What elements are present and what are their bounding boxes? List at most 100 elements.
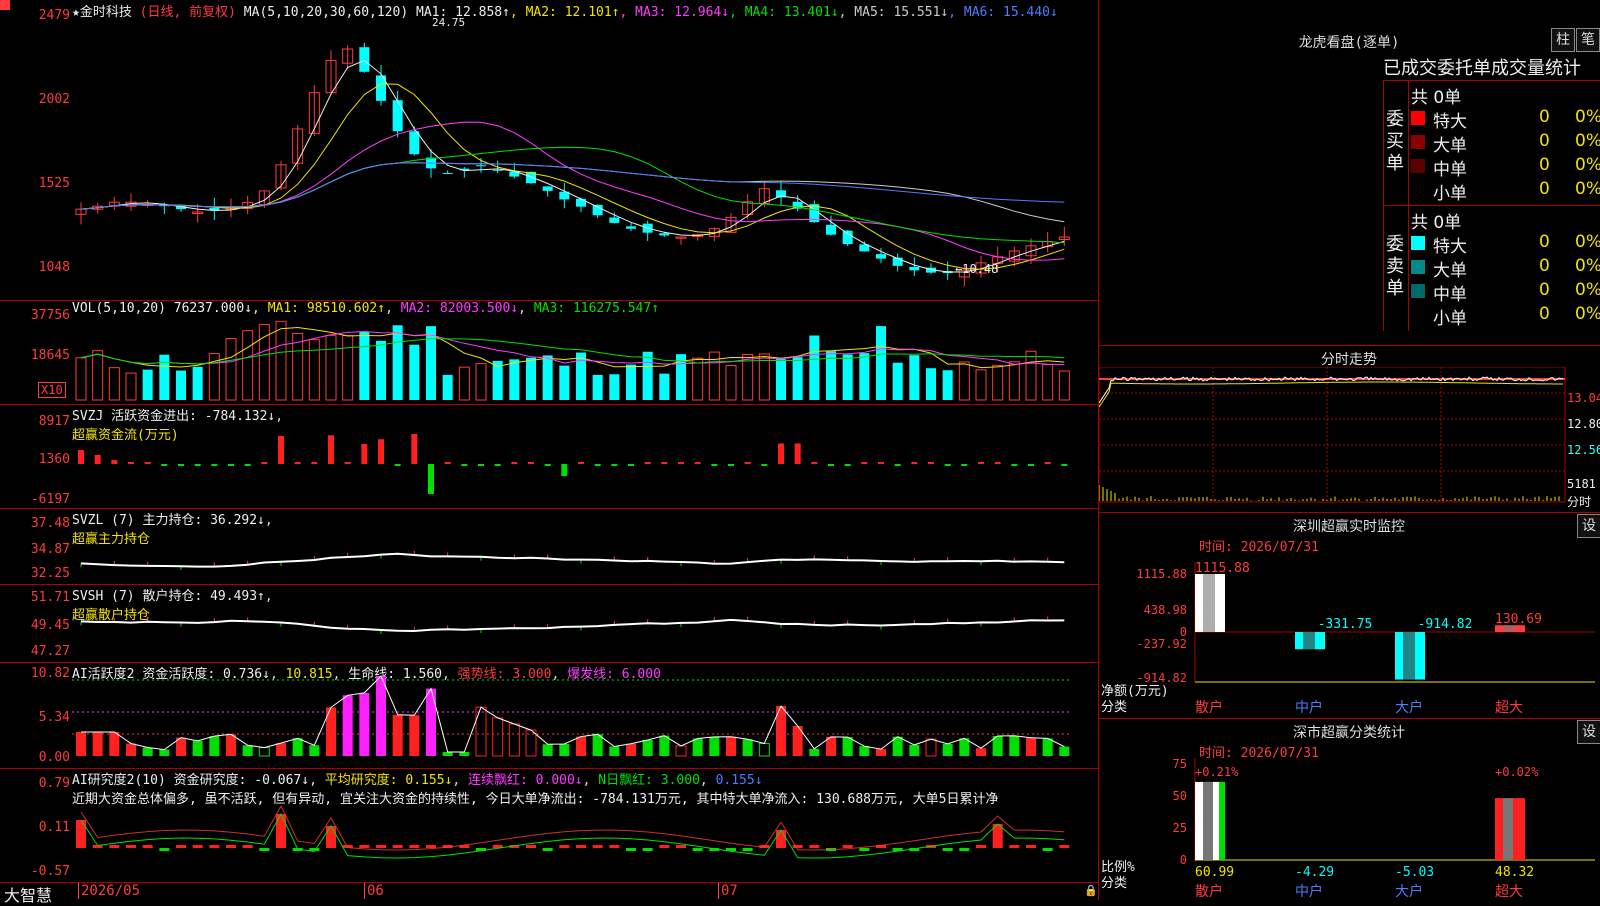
activity-bar	[309, 745, 320, 756]
svzj-label: 活跃资金进出: -784.132↓	[111, 409, 276, 424]
volume-bar	[125, 372, 137, 401]
sz-monitor-axis-label: -237.92	[1136, 637, 1187, 651]
buy-total: 共 0单	[1411, 88, 1462, 108]
lhb-row-name: 大单	[1433, 261, 1467, 281]
volume-bar	[809, 335, 820, 400]
fund-flow-bar	[228, 464, 234, 466]
fund-flow-bar	[244, 464, 251, 466]
tick-mode-button[interactable]: 笔	[1576, 28, 1600, 52]
lhb-row-name: 小单	[1433, 184, 1467, 204]
research-bar	[209, 845, 220, 848]
ai-active-panel[interactable]: 10.82 5.34 0.00 AI活跃度2 资金活跃度: 0.736↓, 10…	[0, 662, 1099, 769]
volume-bar	[892, 362, 903, 400]
volume-bar	[842, 354, 853, 400]
ai-research-axis-label: 0.79	[38, 776, 70, 791]
activity-bar	[409, 715, 420, 756]
ai-research-panel[interactable]: 0.79 0.11 -0.57 AI研究度2(10) 资金研究度: -0.067…	[0, 768, 1099, 883]
lhb-row-pct: 0%	[1575, 131, 1600, 151]
fund-flow-bar	[111, 460, 118, 464]
sz-class-axis-label: 25	[1173, 821, 1187, 835]
ai-research-axis-label: 0.11	[38, 820, 70, 835]
svzj-prefix: SVZJ	[72, 409, 104, 424]
svzl-chart	[80, 551, 1065, 571]
lhb-row-swatch	[1411, 260, 1425, 274]
research-bar	[192, 845, 203, 848]
fund-flow-bar	[494, 464, 501, 466]
research-bar	[376, 845, 386, 848]
research-bar	[409, 845, 420, 848]
fund-flow-bar	[944, 464, 951, 466]
activity-bar	[76, 732, 86, 756]
research-bar	[526, 845, 536, 848]
bar-mode-button[interactable]: 柱	[1551, 28, 1575, 52]
activity-bar	[359, 692, 370, 756]
volume-bar	[1058, 370, 1070, 401]
ai-research-v2: 平均研究度: 0.155↓	[324, 773, 453, 788]
ai-research-v5: 0.155↓	[715, 773, 763, 788]
candle-down	[542, 186, 553, 191]
svzl-panel[interactable]: 37.48 34.87 32.25 SVZL (7) 主力持仓: 36.292↓…	[0, 508, 1099, 585]
research-bar	[559, 845, 570, 848]
price-axis-label: 2479	[38, 8, 70, 23]
fund-flow-bar	[628, 464, 634, 466]
candle-down	[909, 266, 920, 271]
price-axis-label: 2002	[38, 92, 70, 107]
activity-bar	[258, 747, 270, 757]
activity-bar	[709, 736, 720, 756]
research-bar	[942, 848, 953, 851]
ai-active-axis-label: 5.34	[38, 710, 70, 725]
research-avg-line	[80, 806, 1065, 851]
volume-panel[interactable]: 37756 18645 X10 VOL(5,10,20) 76237.000↓,…	[0, 300, 1099, 405]
fund-flow-bar	[711, 464, 718, 466]
fund-flow-bar	[428, 464, 434, 494]
fund-flow-bar	[828, 464, 834, 466]
vol-prefix: VOL(5,10,20)	[72, 301, 166, 316]
svzj-axis-label: -6197	[30, 492, 70, 507]
volume-bar	[392, 325, 403, 400]
candle-down	[476, 165, 486, 167]
lhb-row-count: 0	[1539, 232, 1550, 252]
kline-panel[interactable]: 2479 2002 1525 1048 ★金时科技 (日线, 前复权) MA(5…	[0, 0, 1099, 301]
sz-class-bar-value: -5.03	[1395, 865, 1434, 880]
app-logo[interactable]: 大智慧	[4, 882, 52, 906]
sz-monitor-bar-value: 130.69	[1495, 612, 1542, 627]
volume-bar	[609, 374, 620, 400]
research-bar	[109, 845, 120, 848]
fund-flow-bar	[744, 462, 751, 464]
activity-bar	[659, 735, 670, 756]
volume-bar	[75, 357, 87, 401]
candle-down	[392, 100, 403, 132]
volume-bar	[225, 338, 237, 401]
activity-bar	[392, 714, 403, 756]
corner-marker[interactable]	[0, 0, 10, 10]
svsh-axis-label: 47.27	[30, 644, 70, 659]
volume-bar	[275, 320, 287, 401]
lhb-row-pct: 0%	[1575, 107, 1600, 127]
sz-monitor-axis-label: 438.98	[1144, 603, 1187, 617]
volume-bar	[958, 361, 970, 401]
volume-bar	[192, 366, 203, 400]
sz-class-axis-label: 50	[1173, 789, 1187, 803]
research-bar	[692, 848, 703, 851]
activity-bar	[342, 695, 353, 756]
volume-bar	[542, 355, 553, 400]
sz-class-panel[interactable]: 深市超赢分类统计 设 时间: 2026/07/31 75 50 25 0 +0.21% 6…	[1099, 718, 1600, 900]
volume-bar	[108, 367, 120, 401]
activity-bar	[209, 736, 220, 756]
fund-flow-bar	[961, 464, 968, 466]
volume-bar	[308, 339, 320, 401]
fund-flow-bar	[444, 462, 451, 464]
svzj-panel[interactable]: 8917 1360 -6197 SVZJ 活跃资金进出: -784.132↓, …	[0, 404, 1099, 509]
volume-bar	[876, 326, 886, 400]
candle-down	[626, 226, 636, 229]
lhb-row-swatch	[1411, 159, 1425, 173]
lhb-tabs[interactable]: 已成交委托单成交量统计	[1383, 54, 1581, 80]
volume-bar	[942, 370, 953, 400]
volume-bar	[659, 373, 670, 400]
sz-monitor-panel[interactable]: 深圳超赢实时监控 设 时间: 2026/07/31 1115.88 438.98 0…	[1099, 512, 1600, 719]
sz-monitor-bar-value: -331.75	[1318, 617, 1373, 632]
lock-icon[interactable]: 🔒	[1084, 884, 1098, 897]
svsh-panel[interactable]: 51.71 49.45 47.27 SVSH (7) 散户持仓: 49.493↑…	[0, 584, 1099, 663]
intraday-panel[interactable]: 分时走势 13.04 12.80 12.56 5181 分时	[1099, 345, 1600, 513]
fund-flow-bar	[478, 464, 484, 466]
